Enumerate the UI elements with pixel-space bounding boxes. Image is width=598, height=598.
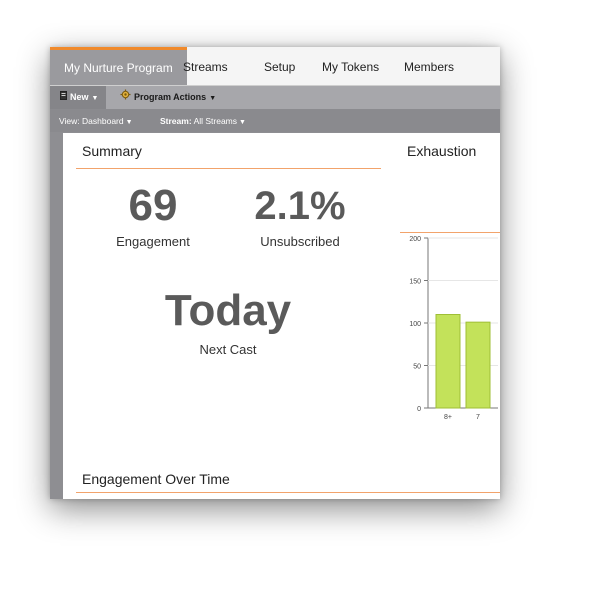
unsubscribed-label: Unsubscribed <box>260 234 340 249</box>
new-document-icon <box>60 86 67 109</box>
bar <box>435 314 461 409</box>
tab-my-tokens[interactable]: My Tokens <box>322 47 379 85</box>
stream-filter-value: All Streams <box>193 116 238 126</box>
program-window: My Nurture Program Streams Setup My Toke… <box>50 47 500 499</box>
program-actions-button[interactable]: Program Actions ▼ <box>120 86 216 109</box>
y-tick-label: 50 <box>413 364 421 371</box>
exhaustion-chart: 0 50 100 150 200 8+ 7 <box>409 236 498 421</box>
next-cast-label: Next Cast <box>199 342 257 357</box>
dashboard-content: Summary 69 Engagement 2.1% Unsubscribed … <box>63 133 500 499</box>
filter-bar: View: Dashboard ▼ Stream: All Streams ▼ <box>50 110 500 132</box>
stream-filter[interactable]: Stream: All Streams ▼ <box>160 110 246 132</box>
stream-filter-prefix: Stream: <box>160 116 192 126</box>
new-button-label: New <box>70 92 89 102</box>
y-tick-label: 100 <box>409 321 421 328</box>
exhaustion-divider <box>400 232 500 233</box>
new-button[interactable]: New ▼ <box>50 86 107 109</box>
tab-members[interactable]: Members <box>404 47 454 85</box>
exhaustion-title: Exhaustion <box>407 143 477 159</box>
y-tick-label: 0 <box>417 406 421 413</box>
gear-icon <box>120 86 131 109</box>
tab-my-nurture-program[interactable]: My Nurture Program <box>50 47 187 85</box>
y-tick-label: 200 <box>409 236 421 243</box>
engagement-value: 69 <box>128 181 178 230</box>
view-filter-prefix: View: <box>59 116 80 126</box>
engagement-over-time-title: Engagement Over Time <box>82 471 230 487</box>
chevron-down-icon: ▼ <box>91 95 99 102</box>
chevron-down-icon: ▼ <box>209 95 217 102</box>
toolbar: New ▼ Program Actions ▼ <box>50 86 500 110</box>
next-cast-value: Today <box>164 286 292 335</box>
summary-divider <box>76 168 381 169</box>
tab-bar: My Nurture Program Streams Setup My Toke… <box>50 47 500 86</box>
unsubscribed-value: 2.1% <box>254 184 346 228</box>
engagement-over-time-divider <box>76 492 500 493</box>
view-filter[interactable]: View: Dashboard ▼ <box>59 110 133 132</box>
chevron-down-icon: ▼ <box>239 119 246 126</box>
summary-title: Summary <box>82 143 142 159</box>
tab-streams[interactable]: Streams <box>183 47 228 85</box>
engagement-label: Engagement <box>116 234 190 249</box>
view-filter-value: Dashboard <box>82 116 124 126</box>
y-tick-label: 150 <box>409 279 421 286</box>
x-tick-label: 8+ <box>444 414 452 421</box>
x-tick-label: 7 <box>476 414 480 421</box>
chevron-down-icon: ▼ <box>125 119 133 126</box>
bar <box>465 321 491 409</box>
program-actions-label: Program Actions <box>134 92 207 102</box>
tab-setup[interactable]: Setup <box>264 47 295 85</box>
engagement-over-time-chart: 80100 <box>63 495 500 499</box>
